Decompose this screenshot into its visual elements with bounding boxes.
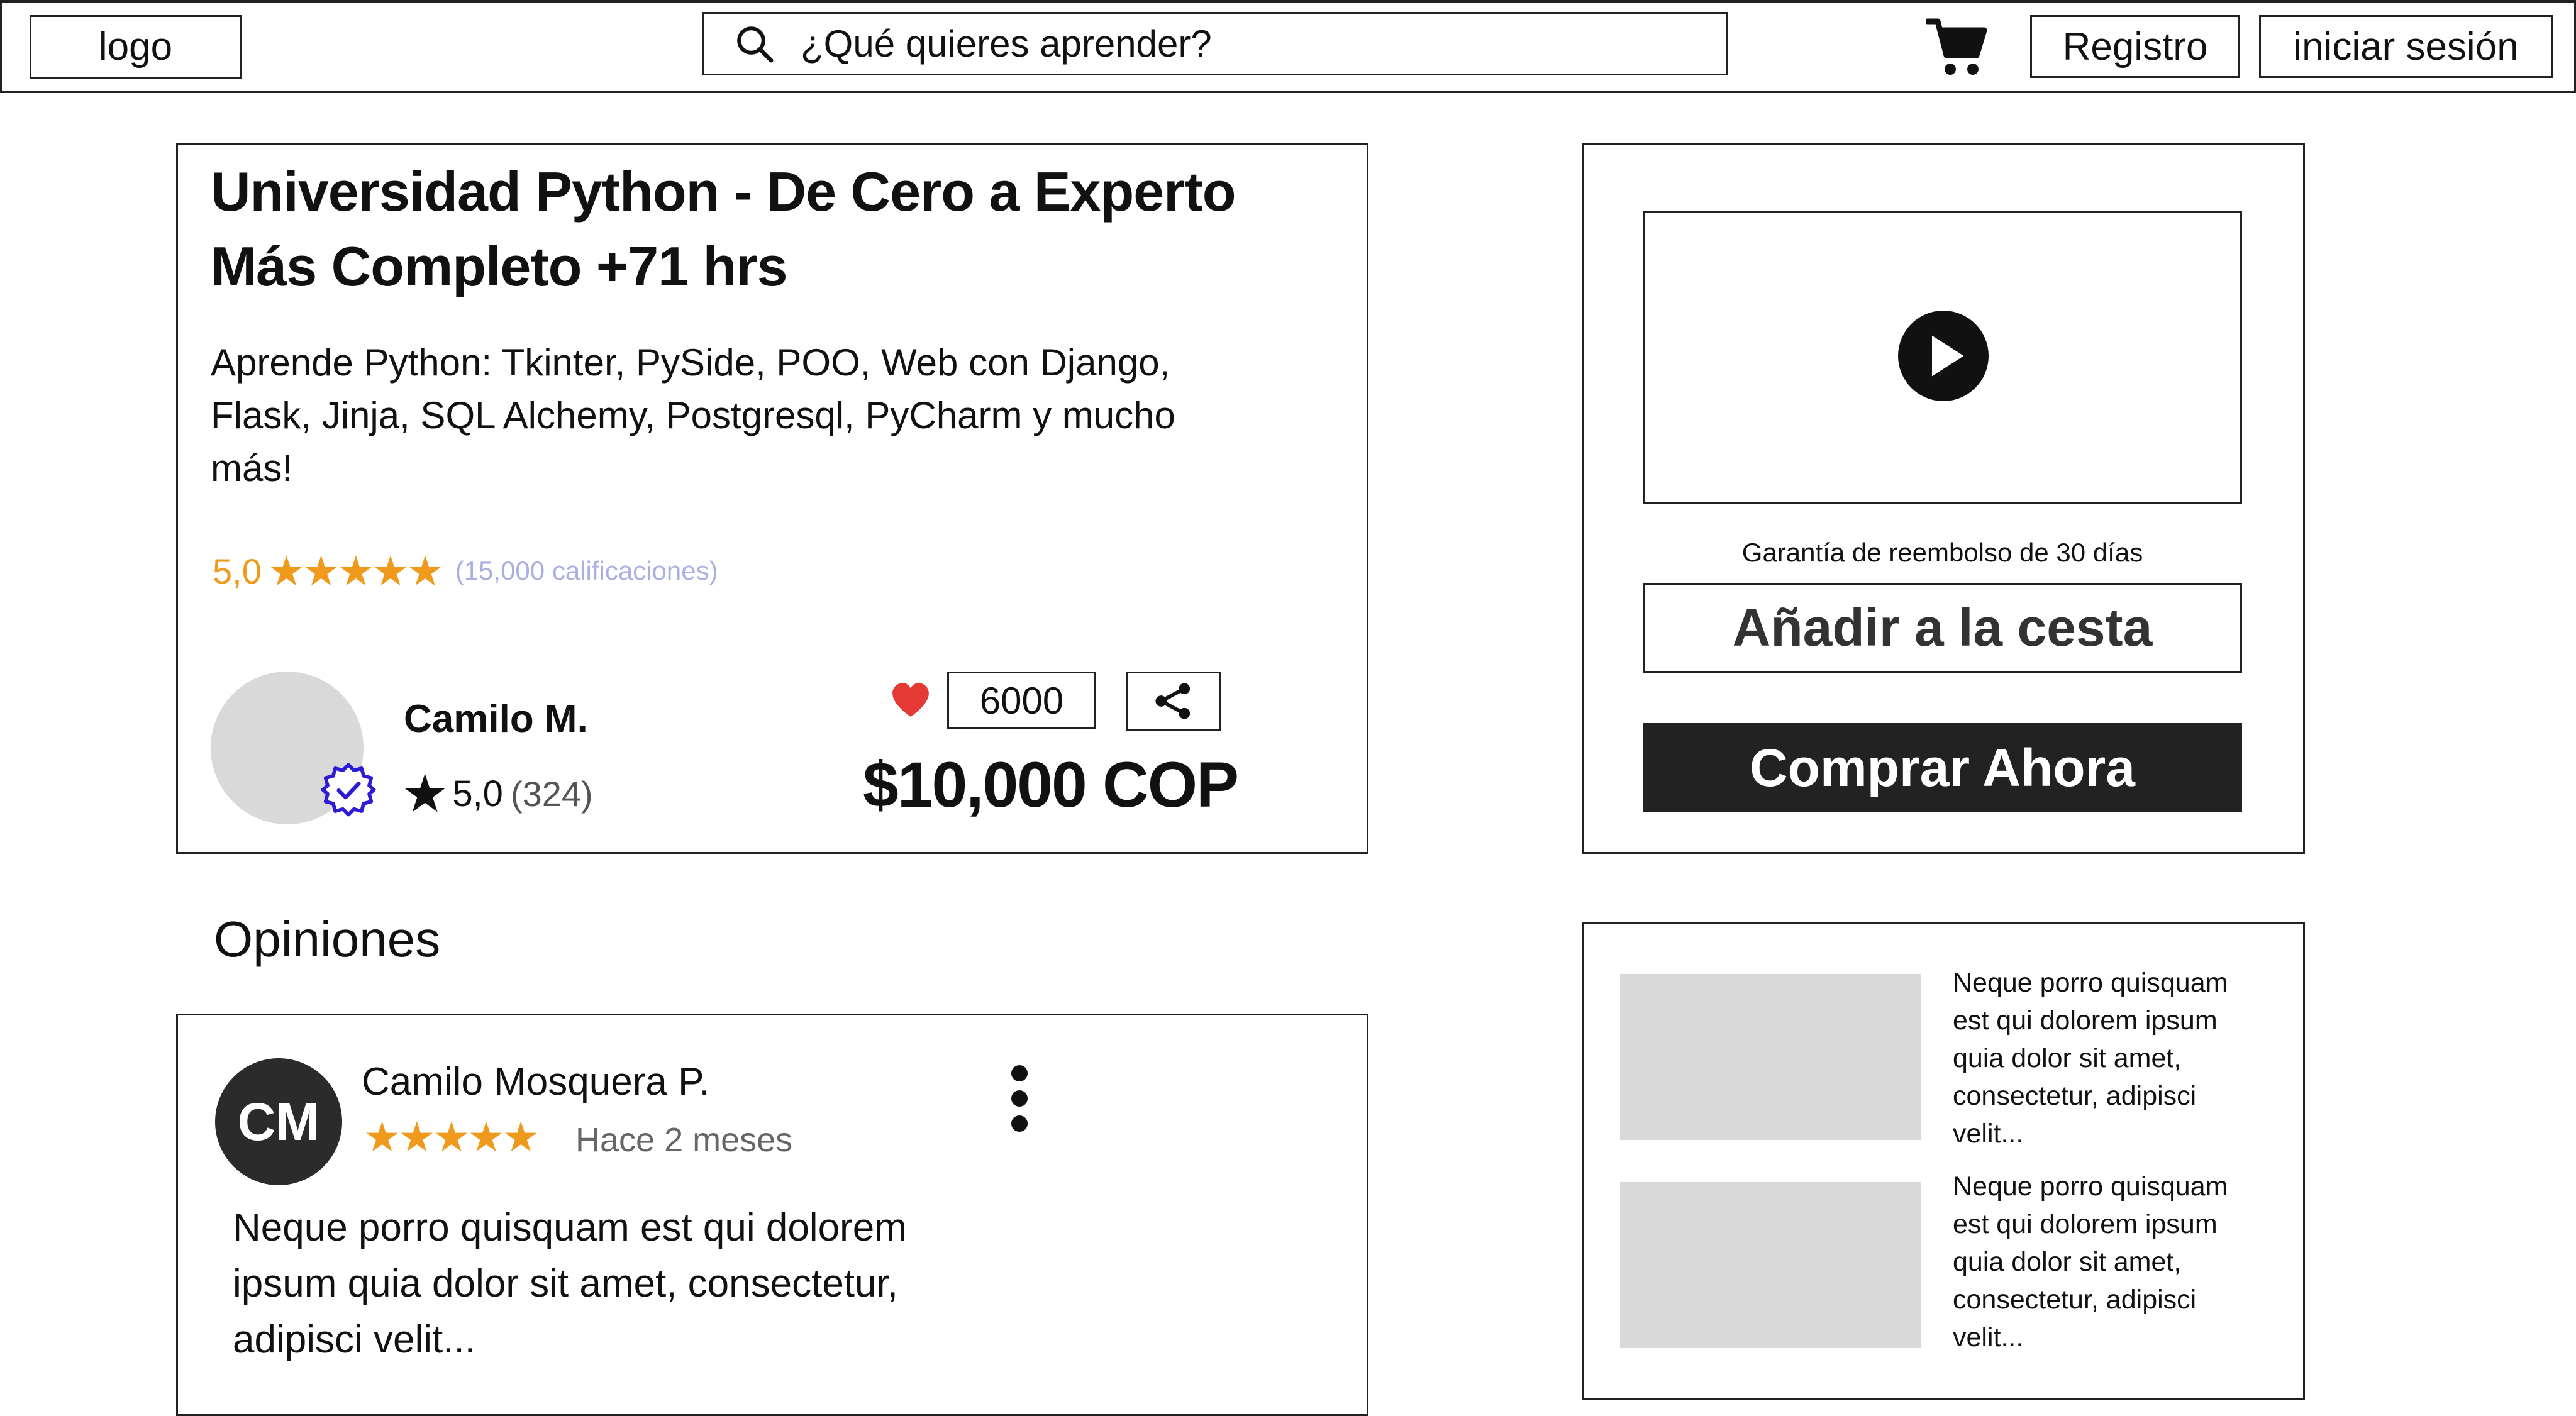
review-date: Hace 2 meses	[575, 1121, 793, 1159]
instructor-rating: ★ 5,0 (324)	[401, 764, 593, 823]
cart-icon[interactable]	[1926, 15, 1987, 78]
course-title-line1: Universidad Python - De Cero a Experto	[211, 160, 1236, 223]
course-rating: 5,0 ★★★★★ (15,000 calificaciones)	[213, 546, 718, 596]
course-description: Aprende Python: Tkinter, PySide, POO, We…	[211, 341, 1175, 489]
reviewer-name: Camilo Mosquera P.	[362, 1060, 710, 1103]
buy-now-button[interactable]: Comprar Ahora	[1643, 723, 2242, 812]
search-icon	[737, 26, 774, 62]
register-button[interactable]: Registro	[2030, 15, 2240, 78]
rating-count[interactable]: (15,000 calificaciones)	[455, 556, 718, 586]
reviewer-avatar: CM	[215, 1058, 342, 1185]
play-icon[interactable]	[1898, 311, 1989, 401]
star-icon: ★	[401, 764, 449, 823]
course-title-line2: Más Completo +71 hrs	[211, 235, 788, 297]
reviews-heading: Opiniones	[214, 911, 441, 967]
likes-count: 6000	[947, 672, 1096, 729]
course-title: Universidad Python - De Cero a Experto M…	[211, 154, 1292, 304]
search-input[interactable]: ¿Qué quieres aprender?	[702, 12, 1728, 75]
verified-icon	[321, 763, 376, 817]
instructor-name[interactable]: Camilo M.	[404, 697, 588, 741]
related-description[interactable]: Neque porro quisquam est qui dolorem ips…	[1953, 1168, 2267, 1356]
related-description[interactable]: Neque porro quisquam est qui dolorem ips…	[1953, 964, 2267, 1153]
rating-value: 5,0	[213, 551, 262, 591]
review-text: Neque porro quisquam est qui dolorem ips…	[233, 1206, 907, 1361]
add-to-cart-button[interactable]: Añadir a la cesta	[1643, 583, 2242, 673]
related-thumbnail[interactable]	[1620, 1182, 1921, 1348]
rating-stars: ★★★★★	[267, 547, 444, 594]
logo[interactable]: logo	[30, 15, 242, 79]
instructor-score: 5,0	[452, 773, 503, 814]
review-stars: ★★★★★	[364, 1114, 540, 1160]
related-thumbnail[interactable]	[1620, 974, 1921, 1140]
more-vertical-icon[interactable]	[1004, 1064, 1035, 1133]
instructor-review-count: (324)	[510, 773, 593, 814]
share-button[interactable]	[1126, 672, 1221, 731]
search-placeholder: ¿Qué quieres aprender?	[801, 23, 1212, 65]
share-icon	[1155, 683, 1191, 719]
course-price: $10,000 COP	[863, 749, 1239, 821]
heart-icon[interactable]	[890, 680, 931, 719]
login-button[interactable]: iniciar sesión	[2259, 15, 2553, 78]
refund-guarantee: Garantía de reembolso de 30 días	[1741, 538, 2143, 567]
